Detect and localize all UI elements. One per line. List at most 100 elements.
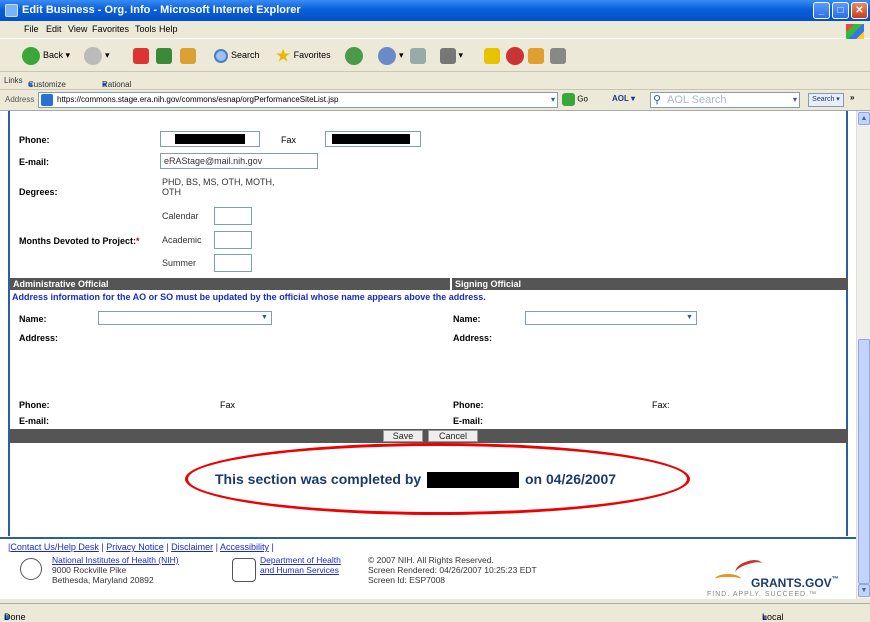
redaction-block <box>427 472 520 489</box>
toolbar: Back ▾ ▾ Search ★ Favorites ▾ ▾ <box>0 39 870 72</box>
grants-gov-logo: GRANTS.GOV™ FIND. APPLY. SUCCEED.™ <box>705 557 855 599</box>
save-button[interactable]: Save <box>383 430 423 442</box>
calendar-label: Calendar <box>162 211 199 221</box>
academic-months-input[interactable] <box>214 231 252 249</box>
vertical-scrollbar[interactable]: ▲ ▼ <box>856 111 870 599</box>
grants-swoosh-icon <box>715 574 741 584</box>
stop-button[interactable] <box>133 45 149 65</box>
home-icon <box>180 47 196 64</box>
copyright-text: © 2007 NIH. All Rights Reserved. <box>368 555 494 565</box>
back-label: Back <box>43 50 64 60</box>
address-bar: Address https://commons.stage.era.nih.go… <box>0 90 870 111</box>
menu-view[interactable]: View <box>68 24 87 34</box>
admin-official-header: Administrative Official <box>10 278 450 290</box>
research-button[interactable] <box>528 45 544 65</box>
footer-divider <box>0 537 856 539</box>
window-title: Edit Business - Org. Info - Microsoft In… <box>22 4 301 16</box>
menu-favorites[interactable]: Favorites <box>92 24 129 34</box>
disclaimer-link[interactable]: Disclaimer <box>171 542 213 552</box>
fax-label: Fax <box>281 135 297 145</box>
so-phone-label: Phone: <box>453 400 484 410</box>
edit-button[interactable]: ▾ <box>440 45 463 65</box>
aol-search-placeholder: AOL Search <box>667 94 727 106</box>
magnifier-icon: ⚲ <box>653 94 662 106</box>
degrees-line-1: PHD, BS, MS, OTH, MOTH, <box>162 177 275 187</box>
redaction-block <box>332 134 410 144</box>
print-button[interactable] <box>410 45 426 65</box>
scroll-up-arrow-icon[interactable]: ▲ <box>858 112 870 125</box>
folder-button[interactable] <box>484 45 500 65</box>
grants-gov-tm: ™ <box>831 576 839 583</box>
ao-name-select[interactable]: ▼ <box>98 311 272 325</box>
search-button[interactable]: Search <box>214 45 260 65</box>
contact-help-link[interactable]: Contact Us/Help Desk <box>10 542 99 552</box>
minimize-button[interactable]: _ <box>813 2 830 19</box>
hhs-line-2: and Human Services <box>260 565 339 575</box>
accessibility-link[interactable]: Accessibility <box>220 542 269 552</box>
aol-label: AOL <box>612 94 629 103</box>
aol-search-input[interactable]: ⚲ AOL Search ▾ <box>650 92 800 108</box>
menu-tools[interactable]: Tools <box>135 24 156 34</box>
calendar-months-input[interactable] <box>214 207 252 225</box>
so-name-select[interactable]: ▼ <box>525 311 697 325</box>
screen-rendered-text: Screen Rendered: 04/26/2007 10:25:23 EDT <box>368 565 537 575</box>
chevron-down-icon[interactable]: ▾ <box>793 93 797 107</box>
aol-search-button[interactable]: Search ▾ <box>808 93 844 107</box>
chevron-down-icon: ▼ <box>686 314 693 321</box>
menu-file[interactable]: File <box>24 24 39 34</box>
so-address-label: Address: <box>453 333 493 343</box>
fax-field[interactable] <box>325 131 421 147</box>
address-url: https://commons.stage.era.nih.gov/common… <box>57 95 339 104</box>
grants-gov-wordmark: GRANTS.GOV™ <box>751 576 839 590</box>
summer-months-input[interactable] <box>214 254 252 272</box>
phone-field[interactable] <box>160 131 260 147</box>
go-arrow-icon <box>562 93 575 106</box>
privacy-notice-link[interactable]: Privacy Notice <box>106 542 164 552</box>
tools-button[interactable] <box>550 45 566 65</box>
toolbar-overflow-chevron[interactable]: » <box>850 93 854 102</box>
search-icon <box>214 48 228 63</box>
scrollbar-thumb[interactable] <box>858 339 870 584</box>
nih-link[interactable]: National Institutes of Health (NIH) <box>52 555 179 565</box>
forward-button[interactable]: ▾ <box>84 45 110 65</box>
completion-prefix: This section was completed by <box>215 471 422 487</box>
mail-icon <box>378 46 396 65</box>
nih-address-1: 9000 Rockville Pike <box>52 565 127 575</box>
ao-phone-label: Phone: <box>19 400 50 410</box>
email-field[interactable]: eRAStage@mail.nih.gov <box>160 153 318 169</box>
maximize-button[interactable]: □ <box>832 2 849 19</box>
favorites-label: Favorites <box>293 50 331 60</box>
hhs-link[interactable]: Department of Health and Human Services <box>260 555 341 575</box>
cancel-button[interactable]: Cancel <box>428 430 478 442</box>
page-content: Phone: Fax E-mail: eRAStage@mail.nih.gov… <box>0 111 856 599</box>
ao-name-label: Name: <box>19 314 47 324</box>
menu-edit[interactable]: Edit <box>46 24 62 34</box>
copyright-info: © 2007 NIH. All Rights Reserved. Screen … <box>368 555 537 585</box>
mail-button[interactable]: ▾ <box>378 45 404 65</box>
messenger-button[interactable] <box>506 45 527 65</box>
refresh-button[interactable] <box>156 45 172 65</box>
aol-toolbar-button[interactable]: AOL ▾ <box>612 94 635 103</box>
menu-help[interactable]: Help <box>159 24 178 34</box>
hhs-line-1: Department of Health <box>260 555 341 565</box>
scroll-down-arrow-icon[interactable]: ▼ <box>858 584 870 597</box>
chevron-down-icon[interactable]: ▾ <box>551 93 555 107</box>
search-label: Search <box>231 50 260 60</box>
links-label: Links <box>4 76 23 85</box>
back-button[interactable]: Back ▾ <box>22 45 70 65</box>
signing-official-header: Signing Official <box>452 278 848 290</box>
status-text: Done <box>4 612 26 622</box>
degrees-line-2: OTH <box>162 187 181 197</box>
home-button[interactable] <box>180 45 196 65</box>
favorites-button[interactable]: ★ Favorites <box>275 45 331 66</box>
button-bar: Save Cancel <box>10 429 848 443</box>
so-name-label: Name: <box>453 314 481 324</box>
history-button[interactable] <box>345 45 366 65</box>
address-input[interactable]: https://commons.stage.era.nih.gov/common… <box>38 92 558 108</box>
go-button[interactable]: Go <box>562 93 588 106</box>
stop-icon <box>133 47 149 64</box>
so-fax-label: Fax: <box>652 400 670 410</box>
close-button[interactable]: ✕ <box>851 2 868 19</box>
so-email-label: E-mail: <box>453 416 484 426</box>
email-label: E-mail: <box>19 157 50 167</box>
